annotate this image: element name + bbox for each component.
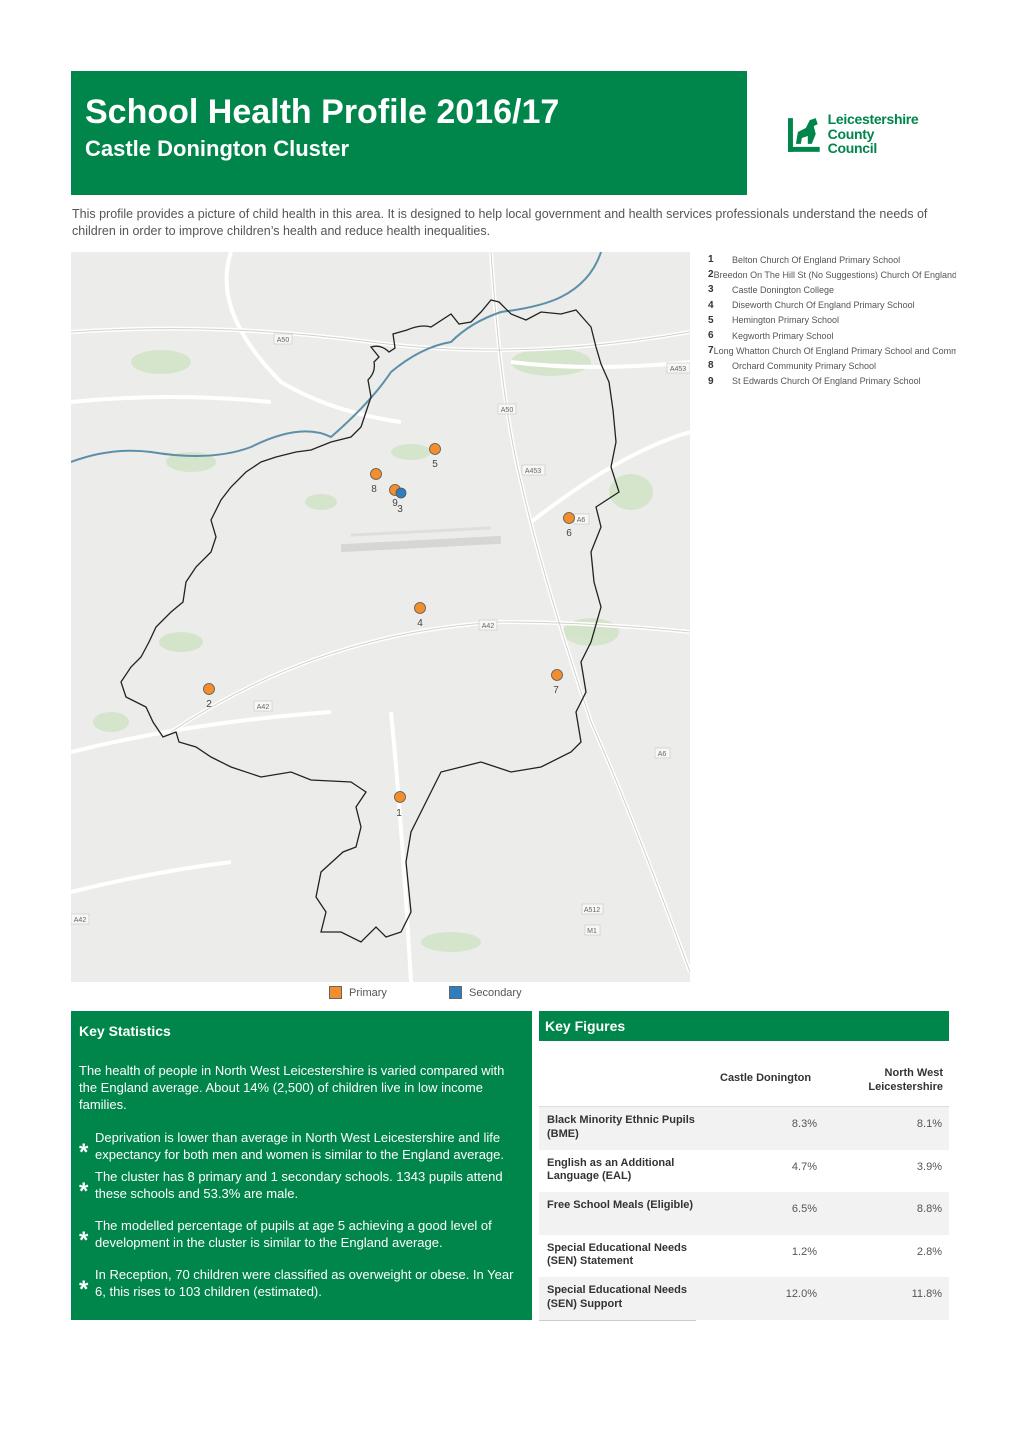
page-subtitle: Castle Donington Cluster	[85, 136, 350, 162]
statistic-bullet: * In Reception, 70 children were classif…	[79, 1266, 514, 1303]
list-item: 9 St Edwards Church Of England Primary Sc…	[708, 375, 921, 387]
statistic-bullet: * The modelled percentage of pupils at a…	[79, 1217, 492, 1254]
list-item: 1 Belton Church Of England Primary School	[708, 254, 901, 266]
road-label: A6	[658, 751, 667, 758]
table-header: Castle Donington North West Leicestershi…	[539, 1041, 949, 1107]
council-logo: Leicestershire County Council	[786, 112, 926, 156]
road-label: A42	[74, 917, 87, 924]
table-divider	[539, 1319, 696, 1321]
secondary-swatch-icon	[449, 986, 462, 999]
road-label: A512	[584, 907, 600, 914]
table-row: Special Educational Needs (SEN) Support …	[539, 1277, 949, 1320]
school-marker-2[interactable]	[203, 683, 215, 695]
list-item: 4 Diseworth Church Of England Primary Sch…	[708, 299, 915, 311]
asterisk-icon: *	[79, 1226, 89, 1254]
marker-label: 6	[566, 528, 572, 539]
header-banner: School Health Profile 2016/17 Castle Don…	[71, 71, 747, 195]
column-header: Castle Donington	[720, 1072, 812, 1084]
list-item: 7 Long Whatton Church Of England Primary …	[708, 345, 956, 357]
primary-swatch-icon	[329, 986, 342, 999]
marker-label: 8	[371, 484, 377, 495]
road-label: A50	[277, 337, 290, 344]
statistic-bullet: * Deprivation is lower than average in N…	[79, 1129, 505, 1166]
table-row: Black Minority Ethnic Pupils (BME) 8.3% …	[539, 1107, 949, 1150]
list-item: 6 Kegworth Primary School	[708, 330, 834, 342]
road-label: A453	[670, 366, 686, 373]
marker-label: 7	[553, 685, 559, 696]
school-marker-7[interactable]	[551, 669, 563, 681]
table-row: English as an Additional Language (EAL) …	[547, 1156, 942, 1183]
logo-line-1: Leicestershire	[827, 110, 919, 127]
horse-logo-icon	[787, 118, 820, 152]
list-item: 2 Breedon On The Hill St (No Suggestions)…	[708, 269, 956, 281]
school-marker-4[interactable]	[414, 602, 426, 614]
list-item: 8 Orchard Community Primary School	[708, 360, 877, 372]
legend-primary-label: Primary	[349, 986, 387, 999]
cluster-map[interactable]: A50 A453 A50 A453 A6 A42 A42 A6 A512 M1 …	[71, 252, 690, 982]
key-statistics-title: Key Statistics	[79, 1023, 171, 1039]
list-item: 3 Castle Donington College	[708, 284, 835, 296]
key-figures-title: Key Figures	[539, 1011, 949, 1041]
school-marker-5[interactable]	[429, 443, 441, 455]
statistic-bullet: * The cluster has 8 primary and 1 second…	[79, 1168, 503, 1205]
school-marker-8[interactable]	[370, 468, 382, 480]
intro-text: This profile provides a picture of child…	[72, 207, 928, 238]
road-label: A50	[501, 407, 514, 414]
school-marker-1[interactable]	[394, 791, 406, 803]
school-marker-6[interactable]	[563, 512, 575, 524]
list-item: 5 Hemington Primary School	[708, 314, 840, 326]
asterisk-icon: *	[79, 1275, 89, 1303]
legend-primary: Primary	[329, 986, 387, 999]
marker-label: 2	[206, 699, 212, 710]
school-list: 1 Belton Church Of England Primary School…	[706, 252, 956, 389]
legend-secondary-label: Secondary	[469, 986, 522, 999]
column-header: North West Leicestershire	[868, 1067, 943, 1094]
school-marker-3[interactable]	[395, 487, 407, 499]
road-label: M1	[587, 928, 597, 935]
marker-label: 1	[396, 808, 402, 819]
logo-line-2: County Council	[827, 125, 878, 157]
table-row: Special Educational Needs (SEN) Statemen…	[547, 1241, 942, 1268]
asterisk-icon: *	[79, 1177, 89, 1205]
road-label: A453	[525, 468, 541, 475]
key-statistics-panel: Key Statistics The health of people in N…	[71, 1011, 532, 1320]
table-row: Free School Meals (Eligible) 6.5% 8.8%	[539, 1192, 949, 1235]
asterisk-icon: *	[79, 1138, 89, 1166]
key-statistics-intro: The health of people in North West Leice…	[79, 1063, 505, 1112]
road-label: A42	[482, 623, 495, 630]
key-figures-panel: Key Figures Castle Donington North West …	[539, 1011, 949, 1321]
road-label: A42	[257, 704, 270, 711]
marker-label: 3	[397, 504, 403, 515]
marker-label: 5	[432, 459, 438, 470]
page-title: School Health Profile 2016/17	[85, 93, 560, 131]
road-label: A6	[577, 517, 586, 524]
map-svg: A50 A453 A50 A453 A6 A42 A42 A6 A512 M1 …	[71, 252, 690, 982]
marker-label: 4	[417, 618, 423, 629]
legend-secondary: Secondary	[449, 986, 522, 999]
